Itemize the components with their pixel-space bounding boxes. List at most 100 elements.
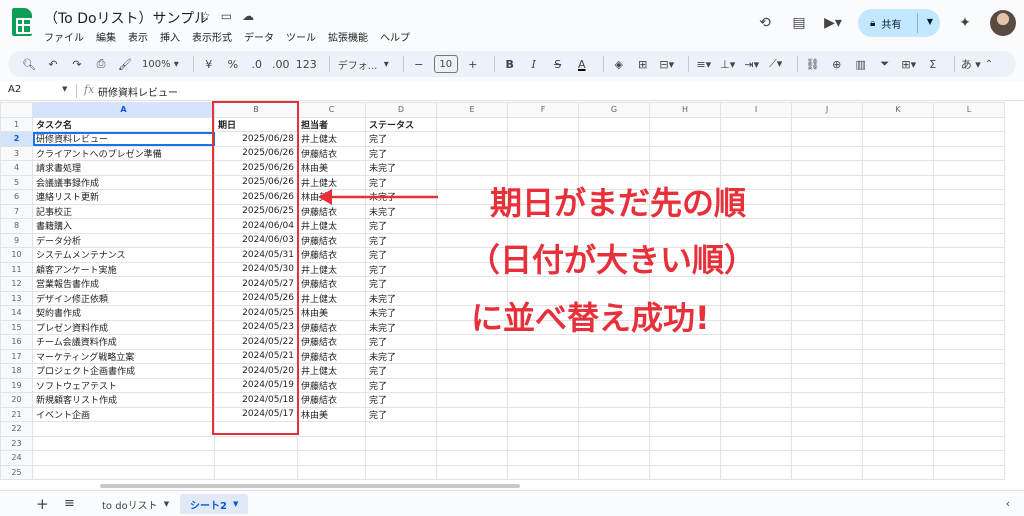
cell[interactable] <box>933 261 1005 277</box>
cell[interactable] <box>507 174 579 190</box>
cell[interactable] <box>32 435 215 451</box>
cell[interactable] <box>720 421 792 437</box>
cell[interactable] <box>436 290 508 306</box>
cell[interactable] <box>791 247 863 263</box>
cell[interactable] <box>933 174 1005 190</box>
cell[interactable] <box>578 131 650 147</box>
input-method-select[interactable]: あ ▾ <box>961 54 981 74</box>
cell[interactable] <box>862 131 934 147</box>
cell[interactable] <box>933 392 1005 408</box>
cell[interactable] <box>862 189 934 205</box>
cell[interactable] <box>436 450 508 466</box>
cell[interactable] <box>791 319 863 335</box>
cell[interactable]: 書籍購入 <box>32 218 215 234</box>
cell[interactable] <box>791 174 863 190</box>
menu-item[interactable]: ツール <box>286 29 316 44</box>
cell[interactable] <box>862 464 934 480</box>
cell[interactable]: ソフトウェアテスト <box>32 377 215 393</box>
row-header[interactable]: 5 <box>0 174 33 190</box>
cell[interactable]: ステータス <box>365 116 437 132</box>
cell[interactable] <box>507 334 579 350</box>
cell[interactable] <box>578 160 650 176</box>
cell[interactable] <box>933 145 1005 161</box>
cell[interactable] <box>507 160 579 176</box>
share-button[interactable]: 🔒︎ 共有 ▼ <box>858 9 940 37</box>
cell[interactable] <box>649 174 721 190</box>
cell[interactable] <box>862 305 934 321</box>
cell[interactable]: プロジェクト企画書作成 <box>32 363 215 379</box>
row-header[interactable]: 16 <box>0 334 33 350</box>
row-header[interactable]: 23 <box>0 435 33 451</box>
cell[interactable] <box>720 203 792 219</box>
cell[interactable]: 2025/06/26 <box>214 160 298 176</box>
avatar[interactable] <box>990 10 1016 36</box>
cell[interactable]: 未完了 <box>365 319 437 335</box>
cell[interactable] <box>436 218 508 234</box>
cell[interactable] <box>507 392 579 408</box>
comment-icon[interactable]: ▤ <box>790 14 808 32</box>
cell[interactable] <box>862 450 934 466</box>
cell[interactable]: 完了 <box>365 131 437 147</box>
cell[interactable] <box>862 232 934 248</box>
cell[interactable]: 会議議事録作成 <box>32 174 215 190</box>
cell[interactable] <box>578 377 650 393</box>
sheet-tab-sheet2[interactable]: シート2 ▼ <box>180 494 249 514</box>
cell[interactable]: 完了 <box>365 174 437 190</box>
select-all-corner[interactable] <box>0 102 33 118</box>
cell[interactable] <box>933 319 1005 335</box>
cell[interactable]: 井上健太 <box>297 363 366 379</box>
cell[interactable] <box>578 203 650 219</box>
cell[interactable]: クライアントへのプレゼン準備 <box>32 145 215 161</box>
functions-icon[interactable]: Σ <box>924 54 942 74</box>
cell[interactable] <box>720 377 792 393</box>
document-title[interactable]: （To Doリスト）サンプル <box>44 8 208 28</box>
cell[interactable] <box>436 392 508 408</box>
cell[interactable] <box>365 464 437 480</box>
cell[interactable] <box>720 174 792 190</box>
cell[interactable] <box>862 276 934 292</box>
cell[interactable] <box>933 464 1005 480</box>
cell[interactable] <box>578 261 650 277</box>
column-header[interactable]: H <box>649 102 721 118</box>
font-size-decrease-button[interactable]: − <box>410 54 428 74</box>
cell[interactable] <box>436 174 508 190</box>
cell[interactable] <box>791 450 863 466</box>
cell[interactable] <box>578 276 650 292</box>
cell[interactable] <box>578 290 650 306</box>
cell[interactable] <box>578 232 650 248</box>
cell[interactable] <box>791 232 863 248</box>
cell[interactable] <box>791 363 863 379</box>
print-icon[interactable]: ⎙ <box>92 54 110 74</box>
row-header[interactable]: 3 <box>0 145 33 161</box>
cell[interactable] <box>720 464 792 480</box>
column-header[interactable]: L <box>933 102 1005 118</box>
chevron-down-icon[interactable]: ▼ <box>164 500 169 508</box>
cell[interactable] <box>649 392 721 408</box>
italic-button[interactable]: I <box>525 54 543 74</box>
cell[interactable] <box>791 290 863 306</box>
cell[interactable]: イベント企画 <box>32 406 215 422</box>
cell[interactable] <box>862 290 934 306</box>
cell[interactable]: 2024/05/27 <box>214 276 298 292</box>
cell[interactable] <box>436 232 508 248</box>
cell[interactable] <box>578 334 650 350</box>
cell[interactable] <box>649 363 721 379</box>
cell[interactable] <box>436 348 508 364</box>
cell[interactable] <box>507 290 579 306</box>
cell[interactable]: チーム会議資料作成 <box>32 334 215 350</box>
collapse-toolbar-icon[interactable]: ⌃ <box>980 54 998 74</box>
cell[interactable] <box>436 319 508 335</box>
cell[interactable]: 伊藤結衣 <box>297 247 366 263</box>
strikethrough-button[interactable]: S <box>549 54 567 74</box>
cell[interactable] <box>720 348 792 364</box>
cell[interactable]: 顧客アンケート実施 <box>32 261 215 277</box>
undo-icon[interactable]: ↶ <box>44 54 62 74</box>
cell[interactable]: 伊藤結衣 <box>297 203 366 219</box>
cell[interactable] <box>436 406 508 422</box>
cell[interactable] <box>933 203 1005 219</box>
text-wrap-icon[interactable]: ⇥▾ <box>743 54 761 74</box>
cell[interactable] <box>649 348 721 364</box>
cell[interactable]: 2025/06/25 <box>214 203 298 219</box>
cell[interactable] <box>862 319 934 335</box>
cell[interactable]: 未完了 <box>365 348 437 364</box>
